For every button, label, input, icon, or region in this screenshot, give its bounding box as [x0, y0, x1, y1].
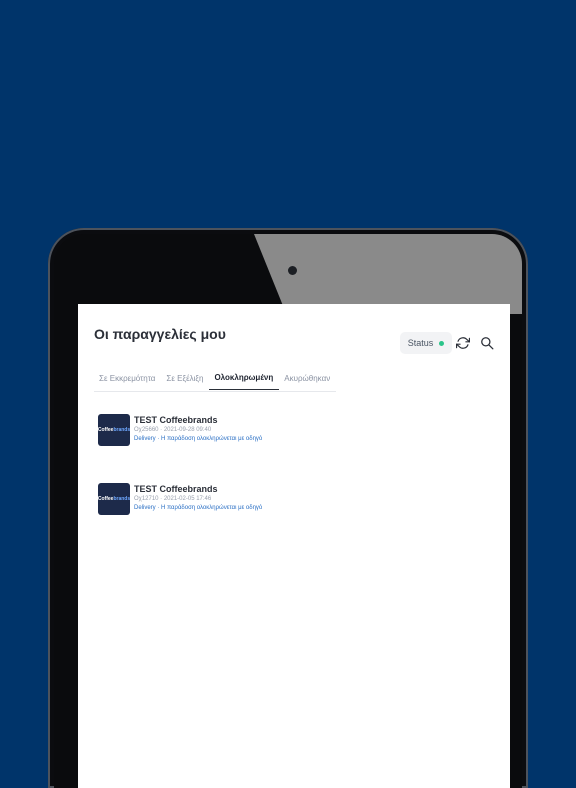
logo-text: Coffee	[97, 427, 114, 433]
status-label: Status	[407, 338, 434, 348]
camera-icon	[288, 266, 297, 275]
order-card[interactable]: Coffee brands TEST Coffeebrands Οχ12710 ·…	[98, 483, 458, 515]
status-dot-icon	[439, 340, 445, 346]
tab-cancelled[interactable]: Ακυρώθηκαν	[279, 374, 336, 390]
store-logo: Coffee brands	[98, 483, 130, 515]
order-meta: Οχ12710 · 2021-02-05 17:46	[134, 496, 212, 502]
logo-accent-text: brands	[113, 427, 131, 433]
refresh-button[interactable]	[454, 334, 472, 352]
refresh-icon	[456, 337, 470, 349]
tab-in-progress[interactable]: Σε Εξέλιξη	[161, 374, 209, 390]
order-card[interactable]: Coffee brands TEST Coffeebrands Οχ25660 ·…	[98, 414, 458, 446]
tab-pending[interactable]: Σε Εκκρεμότητα	[94, 374, 161, 390]
search-icon	[481, 337, 494, 350]
tab-completed[interactable]: Ολοκληρωμένη	[209, 373, 280, 390]
store-name: TEST Coffeebrands	[134, 484, 218, 494]
page-title: Οι παραγγελίες μου	[94, 326, 226, 342]
app-screen: Οι παραγγελίες μου Status Σε Εκκρεμότητα…	[78, 304, 510, 788]
delivery-note: Delivery · Η παράδοση ολοκληρώνεται με ο…	[134, 505, 263, 511]
status-button[interactable]: Status	[400, 332, 452, 354]
store-logo: Coffee brands	[98, 414, 130, 446]
tablet-device: Οι παραγγελίες μου Status Σε Εκκρεμότητα…	[48, 228, 528, 788]
order-meta: Οχ25660 · 2021-09-28 09:40	[134, 427, 212, 433]
tabs-divider	[94, 391, 336, 392]
store-name: TEST Coffeebrands	[134, 415, 218, 425]
tablet-bezel: Οι παραγγελίες μου Status Σε Εκκρεμότητα…	[54, 234, 522, 788]
status-bar	[78, 304, 510, 306]
delivery-note: Delivery · Η παράδοση ολοκληρώνεται με ο…	[134, 436, 263, 442]
order-tabs: Σε Εκκρεμότητα Σε Εξέλιξη Ολοκληρωμένη Α…	[94, 368, 336, 390]
search-button[interactable]	[478, 334, 496, 352]
logo-accent-text: brands	[113, 496, 131, 502]
logo-text: Coffee	[97, 496, 114, 502]
